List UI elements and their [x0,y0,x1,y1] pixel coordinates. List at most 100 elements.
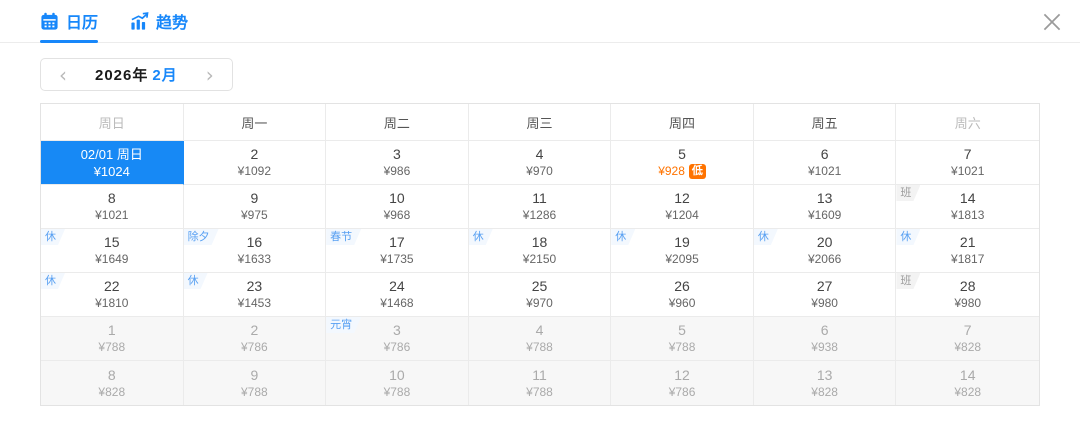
price-value: ¥788 [668,340,696,354]
day-number: 6 [820,146,829,162]
day-cell[interactable]: 休 21 ¥1817 [896,229,1039,273]
day-cell[interactable]: 24 ¥1468 [326,273,469,317]
day-number: 15 [103,234,120,250]
weekday-header: 周六 [896,104,1039,141]
price-value: ¥968 [383,208,411,222]
day-cell[interactable]: 2 ¥786 [183,317,327,361]
price-value: ¥786 [668,384,696,399]
price-value: ¥1021 [95,208,129,222]
day-number: 8 [107,366,116,383]
day-cell[interactable]: 12 ¥786 [611,361,754,405]
tab-calendar[interactable]: 日历 [40,0,99,43]
calendar-week-row: 1 ¥788 2 ¥786 元宵 3 ¥786 4 ¥788 5 ¥788 6 ¥938 7 ¥828 [41,317,1039,361]
price-value: ¥1286 [522,208,557,222]
day-cell[interactable]: 3 ¥986 [326,141,469,185]
day-number: 21 [959,234,976,250]
day-price: ¥1021 [808,164,841,179]
day-cell[interactable]: 11 ¥788 [468,361,612,405]
day-number: 7 [963,322,972,338]
day-cell[interactable]: 2 ¥1092 [183,141,327,185]
day-cell[interactable]: 7 ¥1021 [896,141,1039,185]
calendar-grid: 周日 周一 周二 周三 周四 周五 周六 02/01 周日 ¥1024 2 ¥1092 3 ¥986 4… [40,103,1040,406]
day-price: ¥2150 [523,252,556,267]
weekday-header: 周五 [753,104,897,141]
day-price: ¥1810 [95,296,128,311]
price-value: ¥1021 [807,164,842,178]
day-cell[interactable]: 休 23 ¥1453 [183,273,327,317]
price-value: ¥828 [954,340,982,354]
day-cell[interactable]: 9 ¥975 [183,185,327,229]
day-price: ¥1817 [951,252,984,267]
day-cell[interactable]: 休 18 ¥2150 [468,229,612,273]
price-value: ¥1468 [380,296,414,310]
next-month-button[interactable]: › [204,65,216,85]
holiday-badge: 休 [611,229,635,245]
day-cell[interactable]: 5 ¥928 低 [611,141,754,185]
day-cell[interactable]: 休 15 ¥1649 [41,229,184,273]
day-cell[interactable]: 12 ¥1204 [611,185,754,229]
calendar-week-row: 休 22 ¥1810 休 23 ¥1453 24 ¥1468 25 ¥970 26 ¥960 27 ¥98… [41,273,1039,317]
day-price: ¥1024 [94,164,130,179]
holiday-badge: 休 [754,229,778,245]
day-cell[interactable]: 8 ¥1021 [41,185,184,229]
day-cell[interactable]: 6 ¥938 [753,317,897,361]
day-cell[interactable]: 14 ¥828 [896,361,1039,405]
day-cell[interactable]: 除夕 16 ¥1633 [183,229,327,273]
day-number: 10 [389,190,405,206]
day-cell[interactable]: 13 ¥1609 [753,185,897,229]
day-cell[interactable]: 10 ¥788 [326,361,469,405]
day-number: 27 [816,278,833,294]
day-cell[interactable]: 春节 17 ¥1735 [326,229,469,273]
day-cell[interactable]: 6 ¥1021 [753,141,897,185]
day-cell[interactable]: 27 ¥980 [753,273,897,317]
day-cell[interactable]: 4 ¥788 [468,317,612,361]
day-price: ¥828 [98,385,125,400]
price-value: ¥1021 [951,164,985,178]
day-price: ¥1633 [238,252,271,267]
prev-month-button[interactable]: ‹ [57,65,69,85]
price-value: ¥970 [526,296,553,310]
day-price: ¥938 [811,340,838,355]
day-number: 4 [535,322,544,338]
tab-bar: 日历 趋势 [0,0,1080,43]
day-cell[interactable]: 25 ¥970 [468,273,612,317]
day-cell[interactable]: 9 ¥788 [183,361,327,405]
day-cell[interactable]: 元宵 3 ¥786 [326,317,469,361]
day-cell[interactable]: 休 20 ¥2066 [753,229,897,273]
day-cell[interactable]: 休 19 ¥2095 [611,229,754,273]
day-cell[interactable]: 10 ¥968 [326,185,469,229]
day-cell[interactable]: 5 ¥788 [611,317,754,361]
day-cell[interactable]: 7 ¥828 [896,317,1039,361]
day-number: 10 [389,366,405,383]
day-cell[interactable]: 13 ¥828 [753,361,897,405]
day-cell[interactable]: 8 ¥828 [41,361,184,405]
calendar-icon [41,12,58,30]
day-price: ¥788 [526,385,553,400]
tab-trend-label: 趋势 [156,15,189,32]
day-cell[interactable]: 26 ¥960 [611,273,754,317]
day-cell[interactable]: 02/01 周日 ¥1024 [41,141,184,185]
day-cell[interactable]: 1 ¥788 [41,317,184,361]
day-cell[interactable]: 班 14 ¥1813 [896,185,1039,229]
day-cell[interactable]: 班 28 ¥980 [896,273,1039,317]
price-value: ¥1735 [380,252,414,266]
day-price: ¥1092 [238,164,271,179]
close-button[interactable] [1036,6,1068,38]
day-price: ¥980 [954,296,981,311]
day-number: 02/01 周日 [80,147,143,162]
day-price: ¥975 [241,208,268,223]
tab-trend[interactable]: 趋势 [130,0,188,42]
holiday-badge: 休 [41,229,65,245]
day-number: 3 [393,146,401,162]
day-cell[interactable]: 休 22 ¥1810 [41,273,184,317]
price-value: ¥1813 [951,208,985,222]
day-cell[interactable]: 11 ¥1286 [468,185,612,229]
day-number: 20 [816,234,833,250]
trend-chart-icon [131,11,149,30]
price-value: ¥1817 [951,252,985,266]
price-value: ¥2095 [665,252,699,266]
price-value: ¥980 [954,296,982,310]
day-price: ¥970 [526,164,553,179]
day-cell[interactable]: 4 ¥970 [468,141,612,185]
day-price: ¥968 [384,208,411,223]
